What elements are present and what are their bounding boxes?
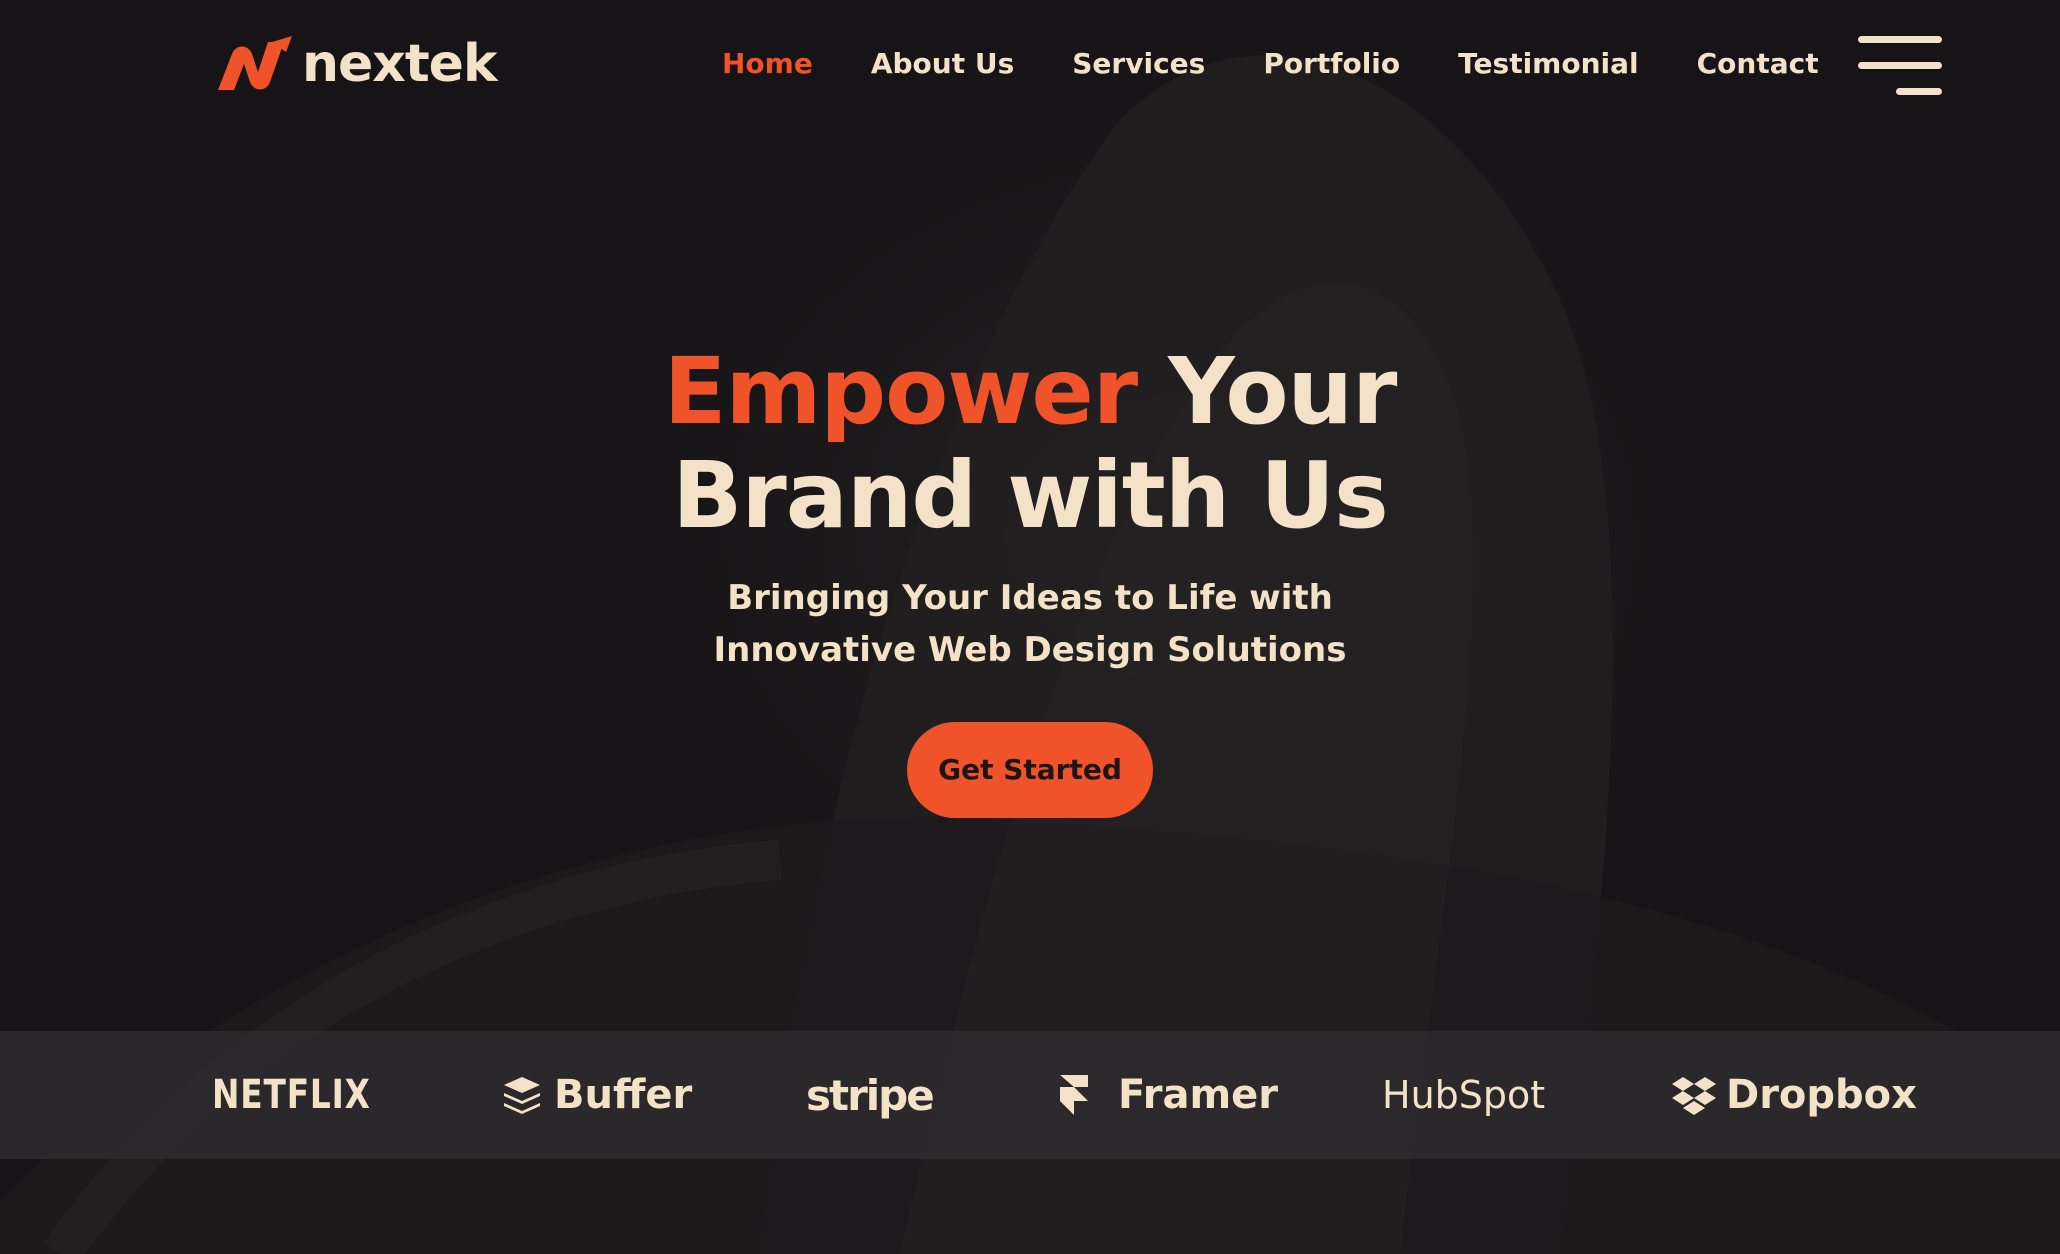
hero-subtitle-line2: Innovative Web Design Solutions	[713, 630, 1347, 670]
nav-item-services[interactable]: Services	[1072, 40, 1205, 88]
partner-logos-strip: NETFLIX Buffer stripe Framer HubSpot Dro…	[0, 1031, 2060, 1159]
partner-netflix-label: NETFLIX	[212, 1072, 371, 1118]
partner-stripe-label: stripe	[806, 1070, 935, 1120]
nav-item-testimonial[interactable]: Testimonial	[1458, 40, 1638, 88]
nav-item-about-us[interactable]: About Us	[871, 40, 1014, 88]
landing-page: nextek Home About Us Services Portfolio …	[0, 0, 2060, 1254]
partner-hubspot-label: HubSpot	[1382, 1073, 1546, 1117]
hero-section: Empower Your Brand with Us Bringing Your…	[0, 340, 2060, 818]
hero-subtitle: Bringing Your Ideas to Life with Innovat…	[0, 572, 2060, 676]
nav-item-contact[interactable]: Contact	[1697, 40, 1819, 88]
partner-framer: Framer	[1052, 1031, 1278, 1159]
hamburger-menu-icon[interactable]	[1858, 36, 1942, 100]
hero-title-line2: Brand with Us	[672, 442, 1388, 549]
menu-bar-middle	[1858, 62, 1942, 69]
logo[interactable]: nextek	[212, 32, 498, 96]
nav-item-portfolio[interactable]: Portfolio	[1263, 40, 1400, 88]
menu-bar-bottom	[1896, 88, 1942, 95]
hero-title-line1-rest: Your	[1137, 338, 1397, 445]
get-started-button[interactable]: Get Started	[907, 722, 1153, 818]
partner-hubspot: HubSpot	[1382, 1031, 1545, 1159]
partner-stripe: stripe	[806, 1031, 935, 1159]
framer-icon	[1060, 1075, 1088, 1115]
hero-subtitle-line1: Bringing Your Ideas to Life with	[727, 578, 1333, 618]
partner-dropbox-label: Dropbox	[1726, 1072, 1917, 1118]
main-nav: Home About Us Services Portfolio Testimo…	[722, 40, 1819, 88]
nav-item-home[interactable]: Home	[722, 40, 813, 88]
logo-text: nextek	[302, 34, 498, 94]
partner-buffer: Buffer	[500, 1031, 692, 1159]
partner-buffer-label: Buffer	[554, 1072, 693, 1118]
partner-dropbox: Dropbox	[1672, 1031, 1917, 1159]
buffer-stack-icon	[504, 1077, 540, 1114]
hero-title-accent: Empower	[663, 338, 1139, 445]
partner-netflix: NETFLIX	[212, 1031, 406, 1159]
menu-bar-top	[1858, 36, 1942, 43]
partner-framer-label: Framer	[1118, 1072, 1279, 1118]
site-header: nextek Home About Us Services Portfolio …	[0, 0, 2060, 130]
dropbox-icon	[1672, 1077, 1716, 1115]
hero-title: Empower Your Brand with Us	[0, 340, 2060, 548]
nextek-logo-icon	[218, 36, 292, 90]
